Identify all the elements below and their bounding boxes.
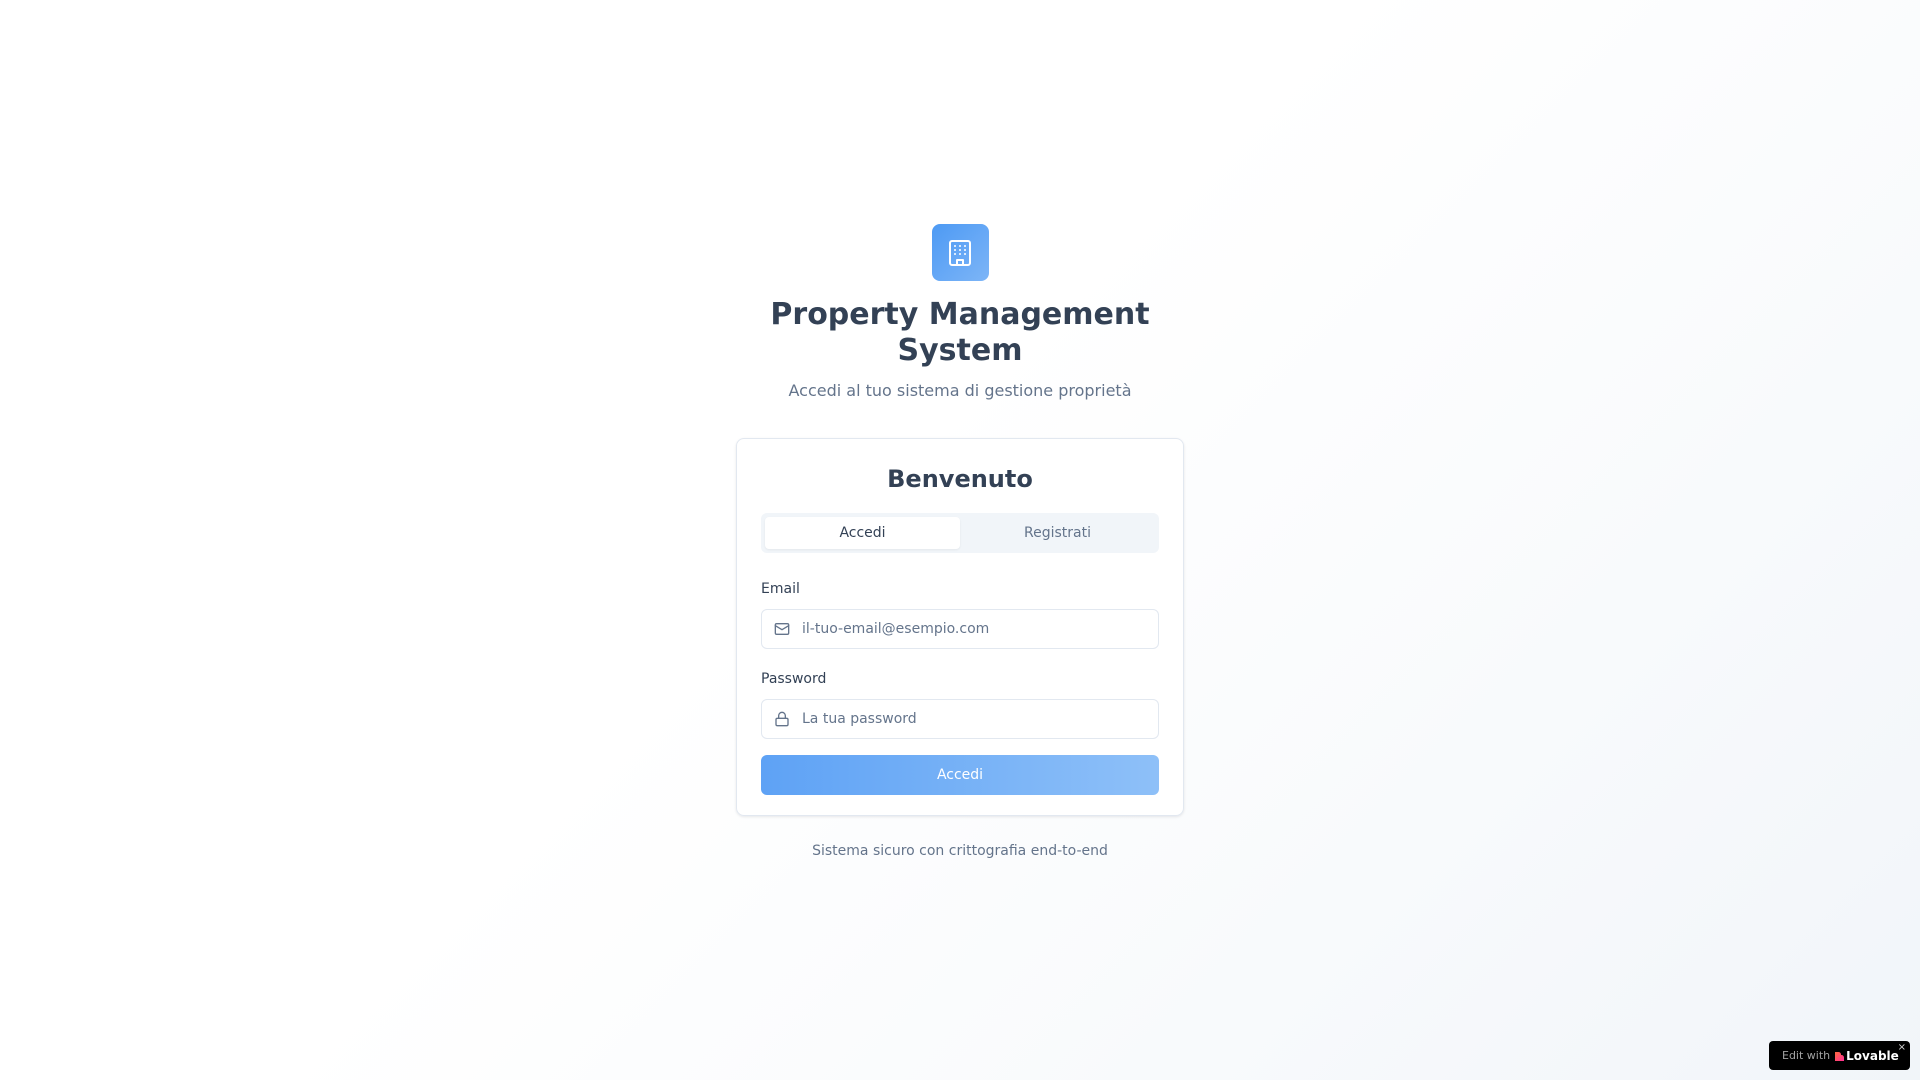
edit-with-lovable-badge[interactable]: Edit with Lovable × (1769, 1041, 1910, 1070)
badge-brand: Lovable (1846, 1048, 1899, 1063)
auth-tabs: Accedi Registrati (761, 513, 1159, 553)
email-field-wrapper[interactable] (761, 609, 1159, 649)
card-title: Benvenuto (887, 465, 1033, 493)
email-field[interactable] (802, 621, 1158, 637)
password-label: Password (761, 671, 827, 687)
login-card: Benvenuto Accedi Registrati Email Passwo… (736, 438, 1184, 816)
mail-icon (774, 623, 790, 635)
lovable-heart-icon (1835, 1051, 1845, 1061)
page-title: Property Management System (770, 297, 1150, 368)
password-field-wrapper[interactable] (761, 699, 1159, 739)
password-field[interactable] (802, 711, 1158, 727)
tab-accedi[interactable]: Accedi (765, 517, 960, 549)
login-button[interactable]: Accedi (761, 755, 1159, 795)
lock-icon (775, 711, 789, 727)
email-label: Email (761, 581, 800, 597)
app-logo (931, 224, 989, 281)
security-note: Sistema sicuro con crittografia end-to-e… (812, 843, 1108, 859)
close-icon[interactable]: × (1898, 1042, 1906, 1053)
tab-registrati[interactable]: Registrati (960, 517, 1155, 549)
page-subtitle: Accedi al tuo sistema di gestione propri… (788, 381, 1132, 400)
building-icon (949, 239, 971, 266)
login-page: Property Management System Accedi al tuo… (0, 224, 1920, 861)
badge-prefix: Edit with (1782, 1049, 1831, 1062)
